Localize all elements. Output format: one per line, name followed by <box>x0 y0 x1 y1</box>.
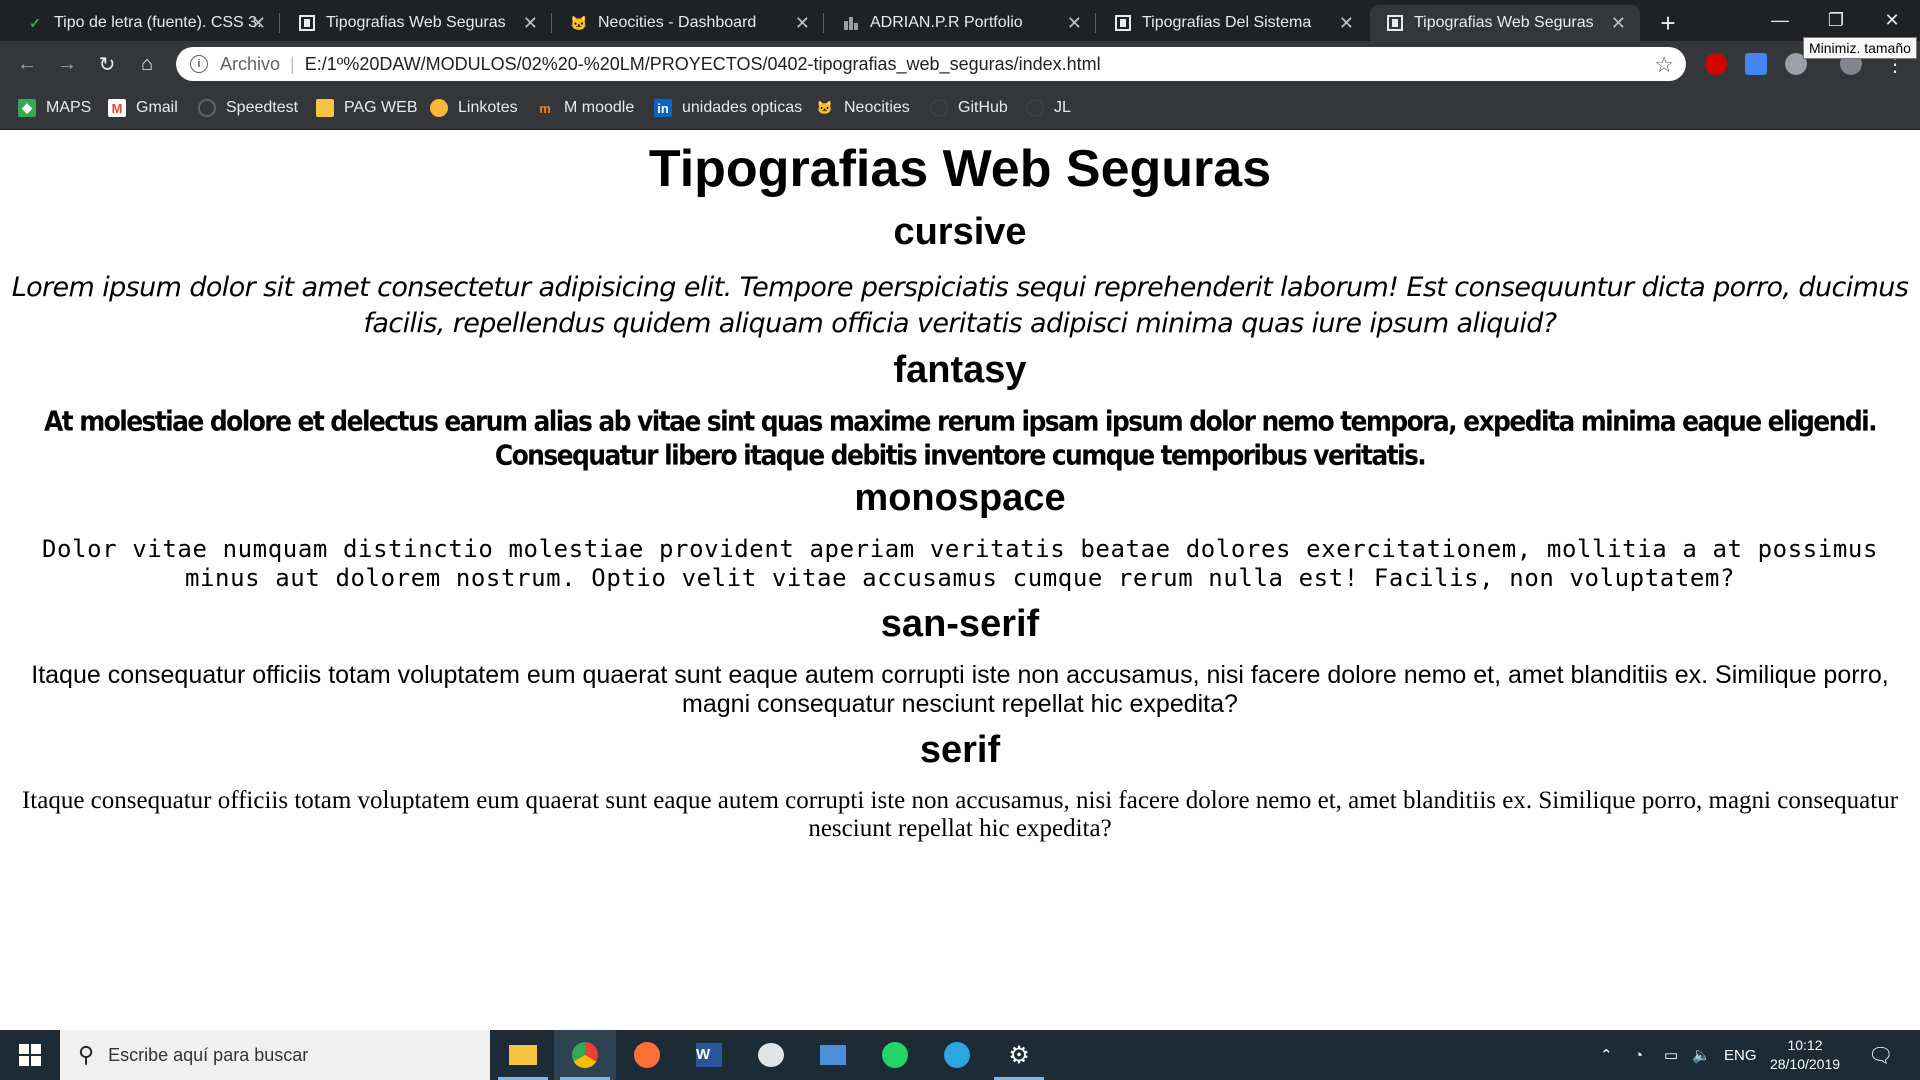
tab-strip: ✓ Tipo de letra (fuente). CSS 3. ✕ Tipog… <box>0 0 1920 41</box>
tab-title: Neocities - Dashboard <box>598 14 757 31</box>
address-url: E:/1º%20DAW/MODULOS/02%20-%20LM/PROYECTO… <box>304 53 1101 74</box>
section-heading-monospace: monospace <box>854 477 1066 519</box>
tab-title: ADRIAN.P.R Portfolio <box>870 14 1023 31</box>
address-scheme: Archivo <box>220 53 281 74</box>
github-icon <box>1026 99 1044 117</box>
language-indicator[interactable]: ENG <box>1724 1030 1757 1080</box>
github-icon <box>930 99 948 117</box>
bookmark-unidades-opticas[interactable]: in unidades opticas <box>654 97 802 119</box>
close-icon[interactable]: ✕ <box>523 13 538 34</box>
close-icon[interactable]: ✕ <box>1339 13 1354 34</box>
linkedin-icon: in <box>654 99 672 117</box>
bookmark-linkotes[interactable]: Linkotes <box>430 97 518 119</box>
bookmark-github[interactable]: GitHub <box>930 97 1008 119</box>
telegram-icon[interactable] <box>926 1030 988 1080</box>
section-heading-cursive: cursive <box>893 211 1027 253</box>
city-icon <box>842 14 860 32</box>
file-explorer-icon[interactable] <box>492 1030 554 1080</box>
whatsapp-icon[interactable] <box>864 1030 926 1080</box>
cat-icon: 🐱 <box>570 14 588 31</box>
close-icon[interactable]: ✕ <box>1611 13 1626 34</box>
page-content: Tipografias Web Seguras cursive Lorem ip… <box>0 129 1920 1029</box>
cat-icon: 🐱 <box>816 100 834 115</box>
taskbar-search[interactable]: ⚲ Escribe aquí para buscar <box>60 1030 490 1080</box>
firefox-icon[interactable] <box>616 1030 678 1080</box>
checkmark-icon: ✓ <box>29 14 41 31</box>
close-icon[interactable]: ✕ <box>795 13 810 34</box>
tab-title: Tipo de letra (fuente). CSS 3. <box>54 14 262 31</box>
paint-icon[interactable] <box>740 1030 802 1080</box>
paragraph-sans-serif: Itaque consequatur officiis totam volupt… <box>31 661 1889 718</box>
gmail-icon: M <box>108 99 126 117</box>
bookmark-pag-web[interactable]: PAG WEB <box>316 97 418 119</box>
bookmark-maps[interactable]: ◆ MAPS <box>18 97 91 119</box>
maps-icon: ◆ <box>18 99 36 117</box>
bookmark-star-icon[interactable]: ☆ <box>1654 52 1674 78</box>
info-icon[interactable]: i <box>190 55 208 73</box>
clock[interactable]: 10:12 28/10/2019 <box>1760 1036 1850 1074</box>
tab[interactable]: Tipografias Del Sistema ✕ <box>1098 5 1368 41</box>
volume-icon[interactable]: 🔈 <box>1692 1030 1711 1080</box>
page-title: Tipografias Web Seguras <box>648 140 1272 198</box>
restore-button[interactable]: ❐ <box>1808 0 1864 40</box>
paragraph-monospace: Dolor vitae numquam distinctio molestiae… <box>41 535 1878 592</box>
home-button[interactable]: ⌂ <box>132 49 162 79</box>
tab-title: Tipografias Del Sistema <box>1142 14 1312 31</box>
start-button[interactable] <box>0 1030 60 1080</box>
moodle-icon: m <box>539 100 551 116</box>
paragraph-serif: Itaque consequatur officiis totam volupt… <box>21 787 1899 842</box>
translate-icon[interactable] <box>1745 53 1767 75</box>
word-icon[interactable]: W <box>678 1030 740 1080</box>
minimize-button[interactable]: — <box>1752 0 1808 40</box>
close-window-button[interactable]: ✕ <box>1864 0 1920 40</box>
bookmark-moodle[interactable]: mM moodle <box>536 97 634 119</box>
section-heading-sans-serif: san-serif <box>880 603 1040 645</box>
reload-button[interactable]: ↻ <box>92 49 122 79</box>
extension-icon[interactable] <box>1705 53 1727 75</box>
tooltip: Minimiz. tamaño <box>1803 37 1917 59</box>
tab-active[interactable]: Tipografias Web Seguras ✕ <box>1370 5 1640 41</box>
tab[interactable]: 🐱 Neocities - Dashboard ✕ <box>554 5 824 41</box>
folder-icon <box>316 99 334 117</box>
section-heading-serif: serif <box>919 729 1001 771</box>
paragraph-cursive: Lorem ipsum dolor sit amet consectetur a… <box>11 272 1909 339</box>
address-bar[interactable]: i Archivo | E:/1º%20DAW/MODULOS/02%20-%2… <box>176 47 1686 81</box>
browser-toolbar: ← → ↻ ⌂ i Archivo | E:/1º%20DAW/MODULOS/… <box>0 41 1920 87</box>
bracket-icon <box>1114 14 1132 32</box>
notification-icon[interactable]: 🗨 <box>1868 1030 1893 1080</box>
news-icon[interactable] <box>802 1030 864 1080</box>
back-button[interactable]: ← <box>12 49 42 79</box>
bracket-icon <box>298 14 316 32</box>
close-icon[interactable]: ✕ <box>1067 13 1082 34</box>
speedtest-icon <box>198 99 216 117</box>
settings-icon[interactable]: ⚙ <box>988 1030 1050 1080</box>
windows-icon <box>19 1044 41 1066</box>
battery-icon[interactable]: ▭ <box>1664 1030 1678 1080</box>
tab-title: Tipografias Web Seguras <box>1414 14 1594 31</box>
clock-date: 28/10/2019 <box>1769 1056 1841 1072</box>
search-placeholder: Escribe aquí para buscar <box>108 1044 309 1065</box>
bookmark-neocities[interactable]: 🐱 Neocities <box>816 97 910 119</box>
wifi-icon[interactable]: ◔ <box>1634 1030 1643 1080</box>
chevron-up-icon[interactable]: ⌃ <box>1600 1030 1613 1080</box>
new-tab-button[interactable]: + <box>1652 7 1684 39</box>
clock-time: 10:12 <box>1787 1037 1823 1053</box>
search-icon: ⚲ <box>78 1042 95 1067</box>
bracket-icon <box>1386 14 1404 32</box>
linkotes-icon <box>430 99 448 117</box>
bookmark-gmail[interactable]: M Gmail <box>108 97 178 119</box>
close-icon[interactable]: ✕ <box>251 13 266 34</box>
chrome-icon[interactable] <box>554 1030 616 1080</box>
bookmarks-bar: ◆ MAPS M Gmail Speedtest PAG WEB Linkotes … <box>0 87 1920 130</box>
tab-title: Tipografias Web Seguras <box>326 14 506 31</box>
bookmark-speedtest[interactable]: Speedtest <box>198 97 298 119</box>
bookmark-jl[interactable]: JL <box>1026 97 1071 119</box>
tab[interactable]: Tipografias Web Seguras ✕ <box>282 5 552 41</box>
tab[interactable]: ADRIAN.P.R Portfolio ✕ <box>826 5 1096 41</box>
forward-button[interactable]: → <box>52 49 82 79</box>
paragraph-fantasy: At molestiae dolore et delectus earum al… <box>44 405 1878 471</box>
taskbar: ⚲ Escribe aquí para buscar W ⚙ ⌃ ◔ ▭ 🔈 E… <box>0 1030 1920 1080</box>
section-heading-fantasy: fantasy <box>893 349 1027 391</box>
tab[interactable]: ✓ Tipo de letra (fuente). CSS 3. ✕ <box>10 5 280 41</box>
